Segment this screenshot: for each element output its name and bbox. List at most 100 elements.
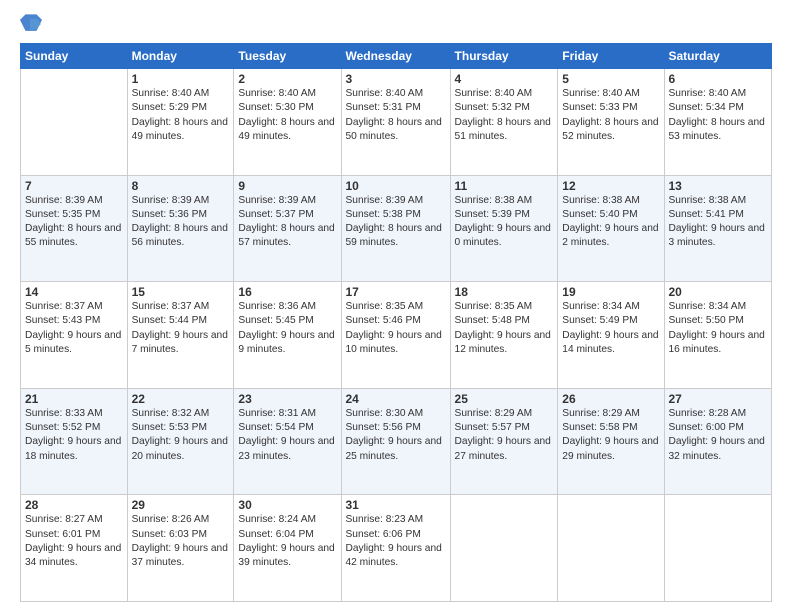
calendar-week-row: 21 Sunrise: 8:33 AM Sunset: 5:52 PM Dayl… <box>21 388 772 495</box>
daylight-text: Daylight: 8 hours and 52 minutes. <box>562 117 658 142</box>
sunrise-text: Sunrise: 8:29 AM <box>455 408 533 419</box>
calendar-day-cell: 2 Sunrise: 8:40 AM Sunset: 5:30 PM Dayli… <box>234 69 341 176</box>
weekday-header: Wednesday <box>341 44 450 69</box>
daylight-text: Daylight: 9 hours and 29 minutes. <box>562 436 658 461</box>
sunset-text: Sunset: 5:39 PM <box>455 209 530 220</box>
day-number: 4 <box>455 72 554 86</box>
day-info: Sunrise: 8:39 AM Sunset: 5:35 PM Dayligh… <box>25 194 123 251</box>
sunset-text: Sunset: 5:58 PM <box>562 422 637 433</box>
sunset-text: Sunset: 5:34 PM <box>669 102 744 113</box>
day-info: Sunrise: 8:39 AM Sunset: 5:38 PM Dayligh… <box>346 194 446 251</box>
sunrise-text: Sunrise: 8:30 AM <box>346 408 424 419</box>
sunset-text: Sunset: 5:36 PM <box>132 209 207 220</box>
sunrise-text: Sunrise: 8:35 AM <box>455 301 533 312</box>
day-info: Sunrise: 8:28 AM Sunset: 6:00 PM Dayligh… <box>669 407 768 464</box>
calendar-day-cell <box>664 495 772 602</box>
day-info: Sunrise: 8:40 AM Sunset: 5:34 PM Dayligh… <box>669 87 768 144</box>
sunrise-text: Sunrise: 8:40 AM <box>346 88 424 99</box>
weekday-header: Friday <box>558 44 664 69</box>
day-number: 8 <box>132 179 230 193</box>
daylight-text: Daylight: 9 hours and 25 minutes. <box>346 436 442 461</box>
calendar-day-cell: 29 Sunrise: 8:26 AM Sunset: 6:03 PM Dayl… <box>127 495 234 602</box>
day-number: 27 <box>669 392 768 406</box>
day-number: 9 <box>238 179 336 193</box>
weekday-header: Tuesday <box>234 44 341 69</box>
daylight-text: Daylight: 9 hours and 23 minutes. <box>238 436 334 461</box>
sunrise-text: Sunrise: 8:36 AM <box>238 301 316 312</box>
sunrise-text: Sunrise: 8:39 AM <box>25 195 103 206</box>
sunset-text: Sunset: 5:45 PM <box>238 315 313 326</box>
day-number: 14 <box>25 285 123 299</box>
day-info: Sunrise: 8:37 AM Sunset: 5:44 PM Dayligh… <box>132 300 230 357</box>
day-info: Sunrise: 8:24 AM Sunset: 6:04 PM Dayligh… <box>238 513 336 570</box>
daylight-text: Daylight: 8 hours and 55 minutes. <box>25 223 121 248</box>
calendar-day-cell <box>21 69 128 176</box>
sunset-text: Sunset: 5:48 PM <box>455 315 530 326</box>
sunrise-text: Sunrise: 8:40 AM <box>455 88 533 99</box>
sunrise-text: Sunrise: 8:40 AM <box>132 88 210 99</box>
calendar-table: SundayMondayTuesdayWednesdayThursdayFrid… <box>20 43 772 602</box>
weekday-header: Thursday <box>450 44 558 69</box>
calendar-day-cell: 9 Sunrise: 8:39 AM Sunset: 5:37 PM Dayli… <box>234 175 341 282</box>
day-info: Sunrise: 8:29 AM Sunset: 5:57 PM Dayligh… <box>455 407 554 464</box>
sunrise-text: Sunrise: 8:29 AM <box>562 408 640 419</box>
day-number: 25 <box>455 392 554 406</box>
sunrise-text: Sunrise: 8:34 AM <box>669 301 747 312</box>
day-number: 1 <box>132 72 230 86</box>
weekday-header: Sunday <box>21 44 128 69</box>
calendar-day-cell: 28 Sunrise: 8:27 AM Sunset: 6:01 PM Dayl… <box>21 495 128 602</box>
daylight-text: Daylight: 9 hours and 16 minutes. <box>669 330 765 355</box>
day-number: 23 <box>238 392 336 406</box>
sunrise-text: Sunrise: 8:26 AM <box>132 514 210 525</box>
sunset-text: Sunset: 5:33 PM <box>562 102 637 113</box>
calendar-day-cell: 26 Sunrise: 8:29 AM Sunset: 5:58 PM Dayl… <box>558 388 664 495</box>
day-number: 21 <box>25 392 123 406</box>
day-number: 13 <box>669 179 768 193</box>
day-number: 11 <box>455 179 554 193</box>
daylight-text: Daylight: 8 hours and 59 minutes. <box>346 223 442 248</box>
day-info: Sunrise: 8:35 AM Sunset: 5:48 PM Dayligh… <box>455 300 554 357</box>
day-info: Sunrise: 8:40 AM Sunset: 5:29 PM Dayligh… <box>132 87 230 144</box>
daylight-text: Daylight: 8 hours and 56 minutes. <box>132 223 228 248</box>
sunrise-text: Sunrise: 8:39 AM <box>238 195 316 206</box>
weekday-header: Saturday <box>664 44 772 69</box>
sunset-text: Sunset: 5:54 PM <box>238 422 313 433</box>
calendar-day-cell: 18 Sunrise: 8:35 AM Sunset: 5:48 PM Dayl… <box>450 282 558 389</box>
sunset-text: Sunset: 5:31 PM <box>346 102 421 113</box>
day-info: Sunrise: 8:36 AM Sunset: 5:45 PM Dayligh… <box>238 300 336 357</box>
day-info: Sunrise: 8:40 AM Sunset: 5:33 PM Dayligh… <box>562 87 659 144</box>
calendar-day-cell: 3 Sunrise: 8:40 AM Sunset: 5:31 PM Dayli… <box>341 69 450 176</box>
calendar-day-cell: 21 Sunrise: 8:33 AM Sunset: 5:52 PM Dayl… <box>21 388 128 495</box>
logo <box>20 15 44 35</box>
daylight-text: Daylight: 9 hours and 14 minutes. <box>562 330 658 355</box>
day-info: Sunrise: 8:27 AM Sunset: 6:01 PM Dayligh… <box>25 513 123 570</box>
daylight-text: Daylight: 9 hours and 39 minutes. <box>238 543 334 568</box>
day-info: Sunrise: 8:23 AM Sunset: 6:06 PM Dayligh… <box>346 513 446 570</box>
calendar-week-row: 7 Sunrise: 8:39 AM Sunset: 5:35 PM Dayli… <box>21 175 772 282</box>
day-info: Sunrise: 8:40 AM Sunset: 5:31 PM Dayligh… <box>346 87 446 144</box>
calendar-day-cell: 25 Sunrise: 8:29 AM Sunset: 5:57 PM Dayl… <box>450 388 558 495</box>
sunset-text: Sunset: 5:40 PM <box>562 209 637 220</box>
day-info: Sunrise: 8:38 AM Sunset: 5:39 PM Dayligh… <box>455 194 554 251</box>
sunrise-text: Sunrise: 8:38 AM <box>669 195 747 206</box>
day-number: 18 <box>455 285 554 299</box>
sunrise-text: Sunrise: 8:31 AM <box>238 408 316 419</box>
sunrise-text: Sunrise: 8:37 AM <box>132 301 210 312</box>
daylight-text: Daylight: 9 hours and 42 minutes. <box>346 543 442 568</box>
day-info: Sunrise: 8:39 AM Sunset: 5:36 PM Dayligh… <box>132 194 230 251</box>
sunset-text: Sunset: 6:06 PM <box>346 529 421 540</box>
calendar-day-cell: 1 Sunrise: 8:40 AM Sunset: 5:29 PM Dayli… <box>127 69 234 176</box>
sunrise-text: Sunrise: 8:37 AM <box>25 301 103 312</box>
day-info: Sunrise: 8:40 AM Sunset: 5:32 PM Dayligh… <box>455 87 554 144</box>
day-number: 10 <box>346 179 446 193</box>
daylight-text: Daylight: 9 hours and 10 minutes. <box>346 330 442 355</box>
day-info: Sunrise: 8:37 AM Sunset: 5:43 PM Dayligh… <box>25 300 123 357</box>
daylight-text: Daylight: 9 hours and 0 minutes. <box>455 223 551 248</box>
calendar-day-cell: 10 Sunrise: 8:39 AM Sunset: 5:38 PM Dayl… <box>341 175 450 282</box>
page: SundayMondayTuesdayWednesdayThursdayFrid… <box>0 0 792 612</box>
daylight-text: Daylight: 8 hours and 49 minutes. <box>238 117 334 142</box>
sunrise-text: Sunrise: 8:38 AM <box>562 195 640 206</box>
calendar-week-row: 14 Sunrise: 8:37 AM Sunset: 5:43 PM Dayl… <box>21 282 772 389</box>
calendar-day-cell: 19 Sunrise: 8:34 AM Sunset: 5:49 PM Dayl… <box>558 282 664 389</box>
sunrise-text: Sunrise: 8:23 AM <box>346 514 424 525</box>
